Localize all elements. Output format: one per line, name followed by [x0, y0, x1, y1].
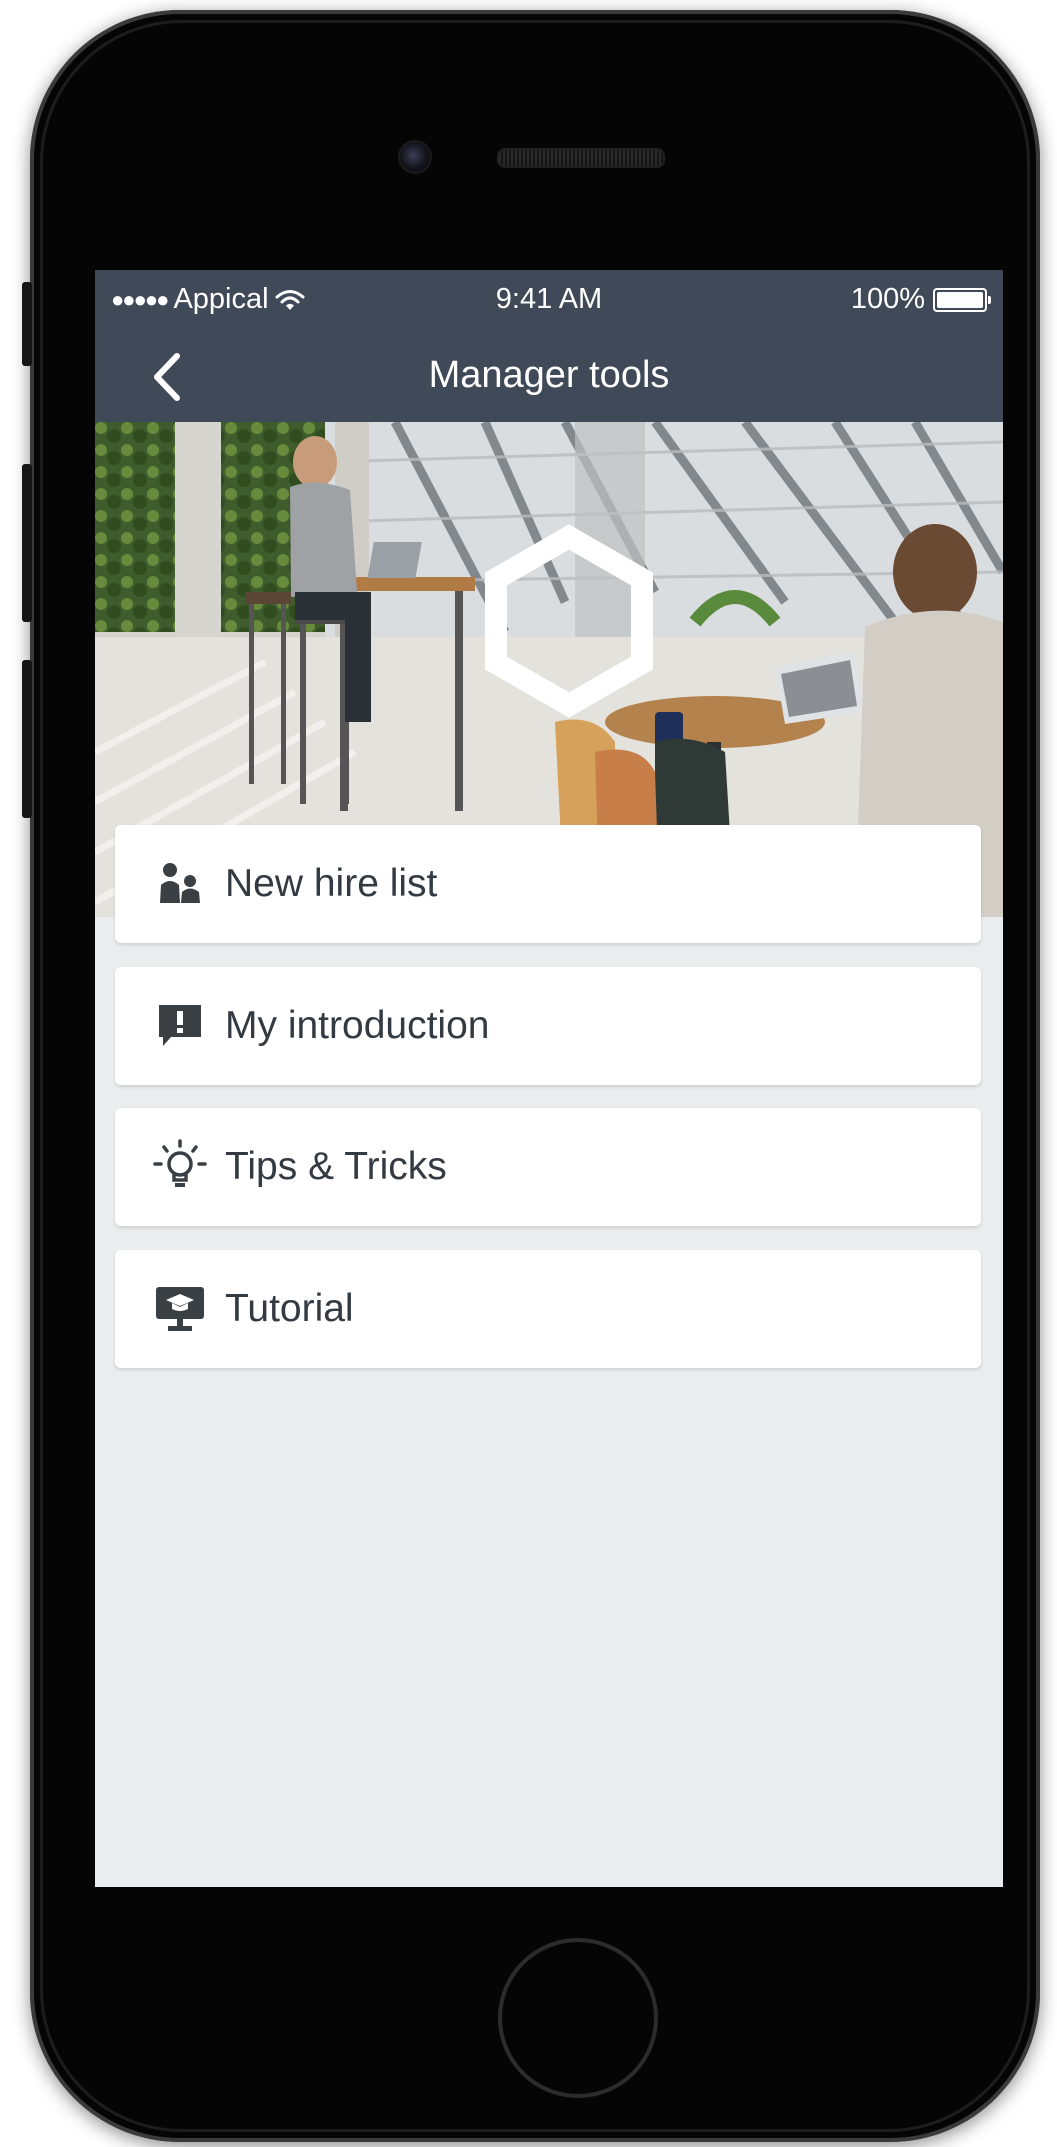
menu-item-tutorial[interactable]: Tutorial — [115, 1250, 981, 1368]
mute-switch — [22, 282, 32, 366]
battery-percent: 100% — [850, 283, 925, 315]
battery-level — [937, 291, 983, 308]
earpiece-speaker — [497, 148, 665, 168]
status-right: 100% — [850, 283, 991, 316]
front-camera — [398, 140, 432, 174]
lightbulb-icon — [150, 1137, 210, 1197]
menu-item-label: My introduction — [225, 1004, 490, 1047]
navigation-bar: Manager tools — [95, 332, 1003, 422]
home-button[interactable] — [498, 1938, 658, 2098]
volume-down-button — [22, 660, 32, 818]
menu-item-my-introduction[interactable]: My introduction — [115, 967, 981, 1085]
page-title: Manager tools — [428, 354, 670, 396]
speech-bubble-exclamation-icon — [150, 996, 210, 1056]
menu-item-tips-tricks[interactable]: Tips & Tricks — [115, 1108, 981, 1226]
menu-item-label: Tips & Tricks — [225, 1145, 447, 1188]
menu-item-label: Tutorial — [225, 1287, 354, 1330]
menu-item-new-hire-list[interactable]: New hire list — [115, 825, 981, 943]
presentation-screen-icon — [150, 1279, 210, 1339]
menu-item-label: New hire list — [225, 862, 438, 905]
status-bar: ●●●●● Appical 9:41 AM 100% — [95, 270, 1003, 332]
people-icon — [150, 854, 210, 914]
battery-icon — [933, 287, 991, 312]
screen: ●●●●● Appical 9:41 AM 100% Manager tools — [95, 270, 1003, 1887]
volume-up-button — [22, 464, 32, 622]
